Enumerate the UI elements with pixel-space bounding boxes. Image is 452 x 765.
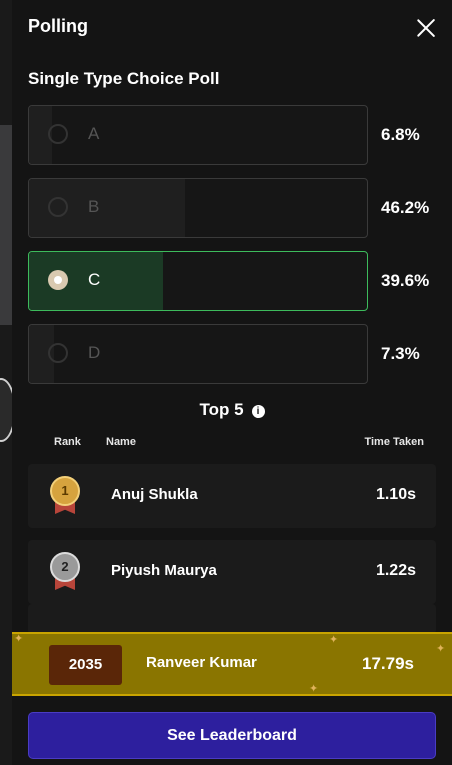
leaderboard-row-2: 2 Piyush Maurya 1.22s (28, 540, 436, 604)
leaderboard-time: 1.10s (375, 486, 416, 503)
background-video-frame (0, 125, 12, 325)
leaderboard-row-partial (28, 604, 436, 634)
radio-icon[interactable] (48, 197, 68, 217)
leaderboard-name: Piyush Maurya (111, 562, 217, 579)
option-label: D (88, 343, 101, 362)
radio-icon[interactable] (48, 270, 68, 290)
option-label: C (88, 270, 101, 289)
leaderboard-title: Top 5 i (12, 400, 452, 420)
option-label: A (88, 124, 100, 143)
panel-title: Polling (28, 16, 88, 36)
my-rank-bar: ✦ ✦ ✦ ✦ 2035 Ranveer Kumar 17.79s (12, 632, 452, 696)
my-time: 17.79s (362, 654, 414, 673)
radio-icon[interactable] (48, 343, 68, 363)
poll-option-a[interactable]: A (28, 105, 368, 165)
leaderboard-row-1: 1 Anuj Shukla 1.10s (28, 464, 436, 528)
poll-option-c[interactable]: C (28, 251, 368, 311)
column-header-rank: Rank (54, 436, 81, 448)
sparkle-icon: ✦ (436, 643, 446, 655)
column-header-time: Time Taken (364, 436, 424, 448)
option-label: B (88, 197, 100, 216)
see-leaderboard-button[interactable]: See Leaderboard (28, 712, 436, 759)
option-percent-b: 46.2% (381, 198, 430, 217)
silver-medal-icon: 2 (50, 552, 80, 594)
option-percent-d: 7.3% (381, 344, 420, 363)
leaderboard-name: Anuj Shukla (111, 486, 198, 503)
sparkle-icon: ✦ (329, 634, 339, 646)
sparkle-icon: ✦ (14, 633, 24, 645)
leaderboard-time: 1.22s (375, 562, 416, 579)
option-percent-a: 6.8% (381, 125, 420, 144)
radio-icon[interactable] (48, 124, 68, 144)
poll-name: Single Type Choice Poll (28, 69, 220, 88)
info-icon[interactable]: i (251, 405, 265, 418)
sparkle-icon: ✦ (309, 683, 319, 695)
panel-header: Polling (28, 14, 436, 42)
gold-medal-icon: 1 (50, 476, 80, 518)
leaderboard-title-text: Top 5 (199, 400, 244, 419)
medal-rank: 1 (50, 476, 80, 506)
my-name: Ranveer Kumar (146, 654, 257, 671)
background-strip (0, 0, 16, 765)
poll-option-d[interactable]: D (28, 324, 368, 384)
polling-panel: Polling Single Type Choice Poll A 6.8% B… (12, 0, 452, 765)
close-icon[interactable] (416, 18, 436, 38)
poll-option-b[interactable]: B (28, 178, 368, 238)
medal-rank: 2 (50, 552, 80, 582)
my-rank-badge: 2035 (49, 645, 122, 685)
column-header-name: Name (106, 436, 136, 448)
option-percent-c: 39.6% (381, 271, 430, 290)
